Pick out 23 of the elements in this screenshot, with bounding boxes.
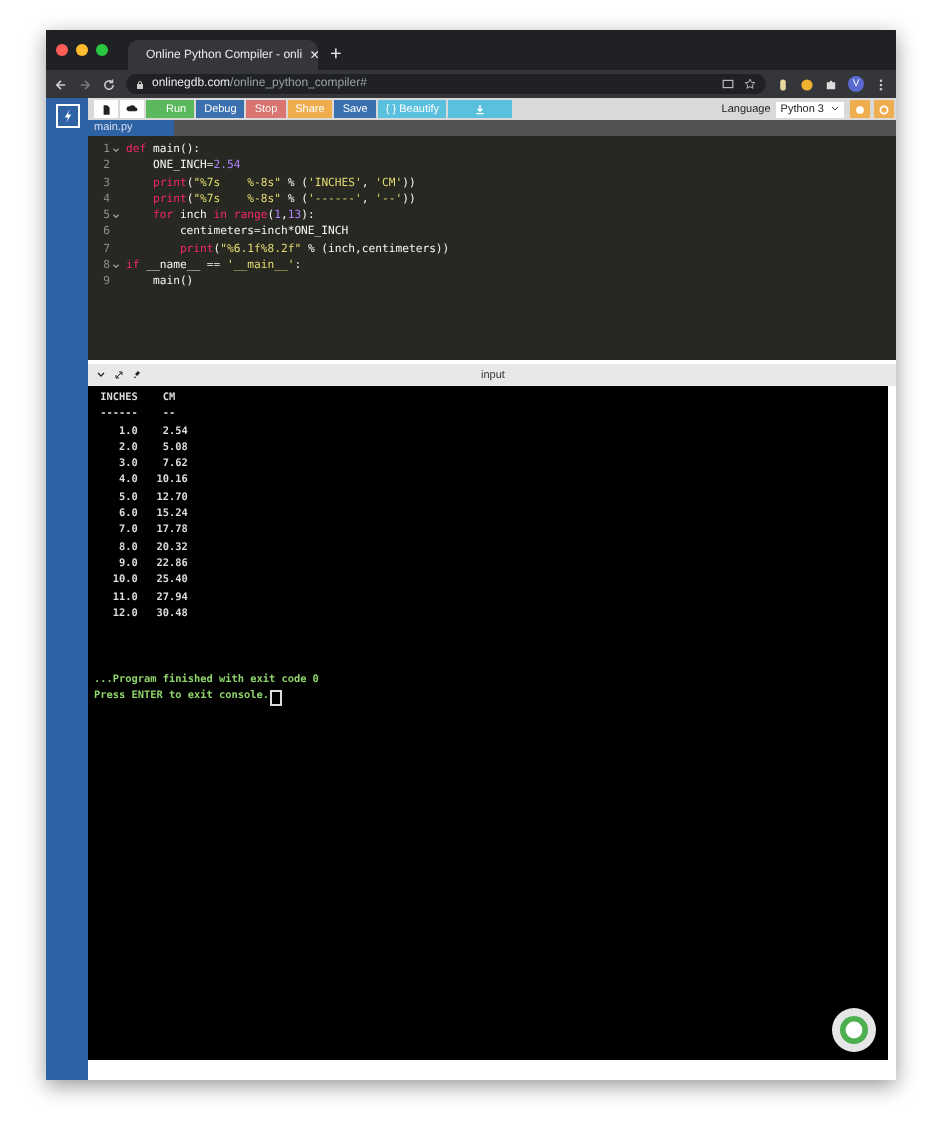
- expand-icon[interactable]: [114, 370, 124, 380]
- new-tab-button[interactable]: +: [330, 46, 342, 66]
- file-icon: [100, 103, 112, 115]
- text-cursor: [270, 689, 283, 706]
- chevron-down-icon[interactable]: [96, 370, 106, 380]
- close-button[interactable]: ×: [310, 47, 320, 63]
- upload-button[interactable]: [120, 100, 144, 118]
- puzzle-icon[interactable]: [824, 77, 838, 91]
- back-icon[interactable]: [54, 77, 68, 91]
- lock-icon: [136, 79, 144, 89]
- cast-icon[interactable]: [722, 78, 734, 90]
- star-icon[interactable]: [744, 78, 756, 90]
- logo-icon[interactable]: [55, 104, 79, 128]
- forward-icon[interactable]: [78, 77, 92, 91]
- circle-icon: [854, 103, 866, 115]
- chat-button[interactable]: [832, 1008, 876, 1052]
- reload-icon[interactable]: [102, 77, 116, 91]
- cloud-icon: [126, 103, 138, 115]
- new-file-button[interactable]: [94, 100, 118, 118]
- brush-icon[interactable]: [132, 370, 142, 380]
- ring-icon: [878, 103, 890, 115]
- download-icon: [474, 103, 487, 115]
- menu-icon[interactable]: [874, 77, 888, 91]
